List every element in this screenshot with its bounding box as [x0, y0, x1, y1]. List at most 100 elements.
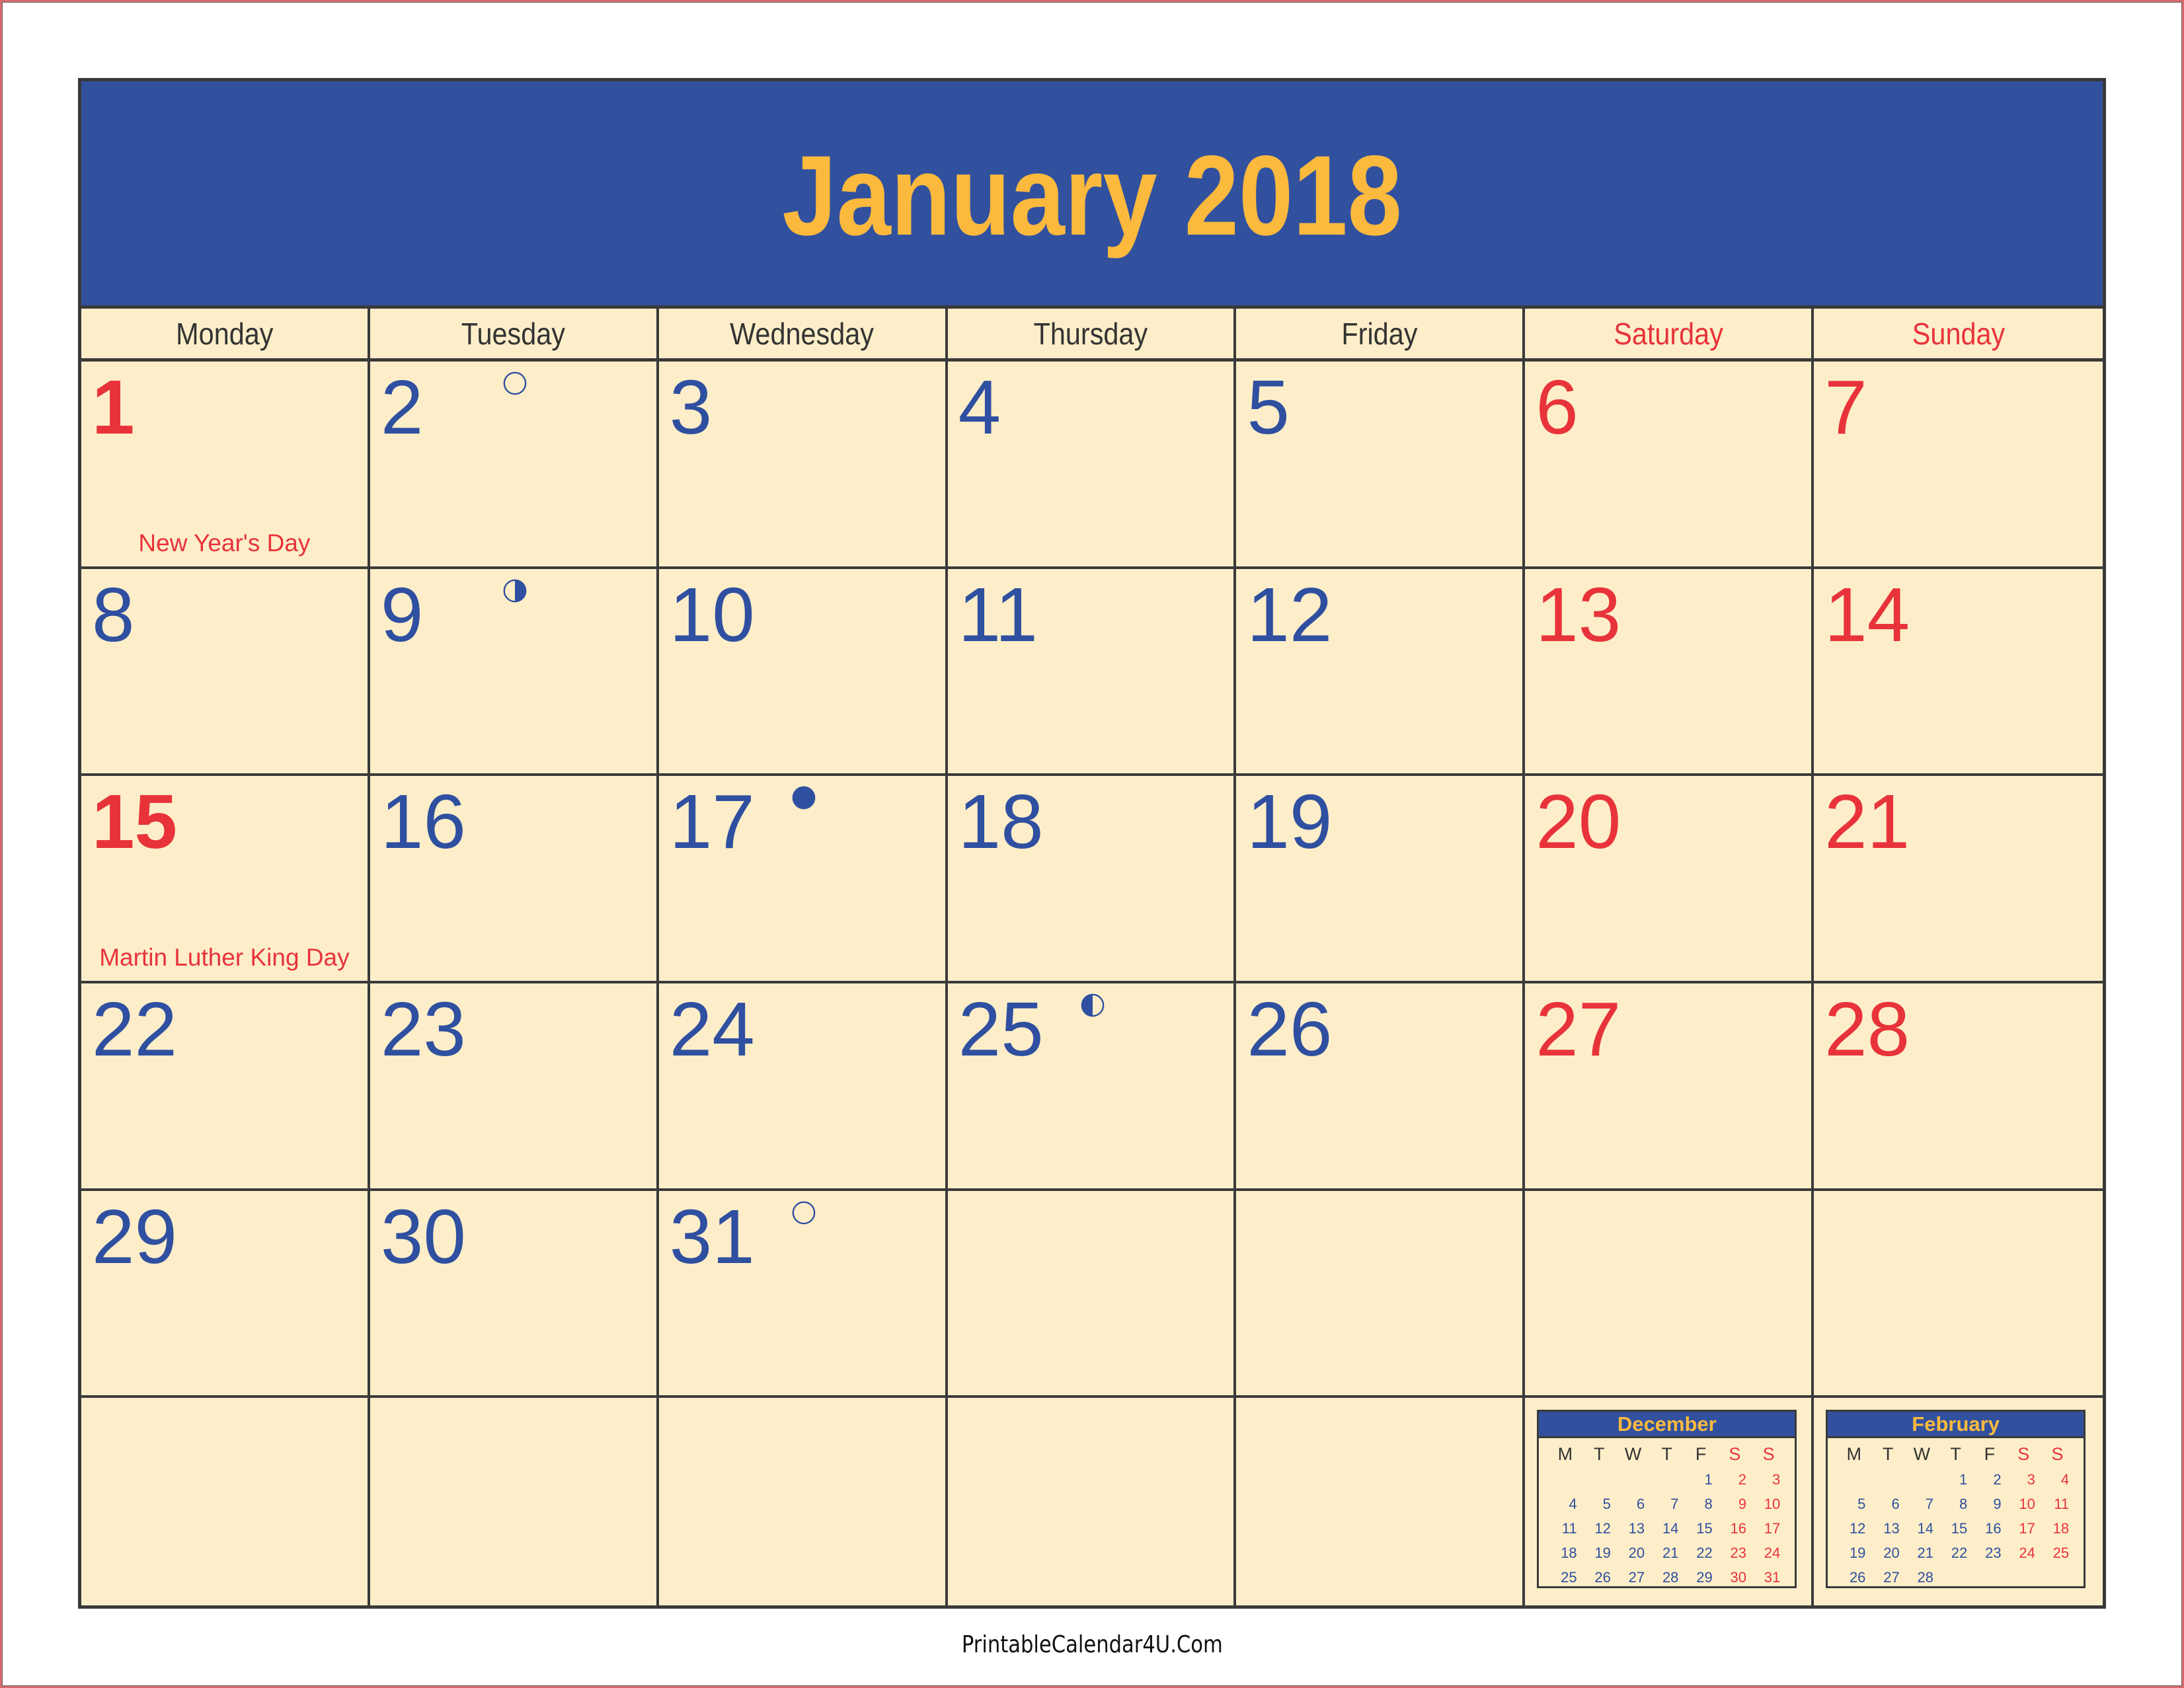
mini-day: 8 [1704, 1496, 1713, 1513]
empty-cell [1814, 1191, 2103, 1399]
day-cell[interactable]: 29 [81, 1190, 370, 1399]
day-cell[interactable]: 26 [1236, 983, 1526, 1191]
day-cell[interactable]: 16 [370, 776, 659, 983]
mini-day: 28 [1917, 1569, 1933, 1586]
empty-cell [659, 1398, 948, 1605]
day-number: 31 [669, 1193, 755, 1280]
day-number: 28 [1824, 985, 1910, 1072]
mini-day-empty [1939, 1565, 1972, 1590]
weekday-label: Wednesday [730, 316, 875, 351]
mini-day: 20 [1628, 1545, 1645, 1562]
day-cell[interactable]: 13 [1525, 568, 1814, 777]
day-number: 14 [1824, 571, 1910, 658]
mini-day: 22 [1951, 1545, 1968, 1562]
calendar: January 2018 Monday Tuesday Wednesday Thurs… [78, 78, 2106, 1609]
day-cell[interactable]: 21 [1814, 776, 2103, 983]
new-moon-icon [791, 785, 816, 810]
mini-day: 1 [1704, 1471, 1713, 1488]
mini-day: 4 [1569, 1496, 1577, 1513]
day-cell[interactable]: 2 [370, 362, 659, 569]
weekday-label: Friday [1341, 316, 1418, 351]
day-number: 12 [1247, 571, 1333, 658]
mini-day: 1 [1959, 1471, 1968, 1488]
mini-day: 24 [2019, 1545, 2035, 1562]
day-cell[interactable]: 23 [370, 983, 659, 1191]
month-grid: 1 New Year's Day 2 3 4 5 6 7 8 9 10 11 12 13 14 15 Marti… [81, 362, 2103, 1605]
day-number: 20 [1536, 779, 1621, 865]
mini-day: 16 [1730, 1520, 1746, 1537]
day-cell[interactable]: 7 [1814, 362, 2103, 569]
day-number: 1 [92, 364, 135, 450]
day-number: 27 [1536, 985, 1621, 1072]
mini-day: 13 [1883, 1520, 1900, 1537]
day-number: 13 [1536, 571, 1621, 658]
mini-day: 21 [1662, 1545, 1679, 1562]
mini-day: 26 [1594, 1569, 1611, 1586]
mini-calendar-february: February M T W T F S S 1 2 3 4 5 6 7 8 9 10 11 12 13 14 15 16 17… [1826, 1410, 2086, 1590]
day-cell[interactable]: 11 [947, 568, 1237, 777]
day-cell[interactable]: 20 [1525, 776, 1814, 983]
day-number: 5 [1247, 364, 1290, 450]
day-cell[interactable]: 27 [1525, 983, 1814, 1191]
mini-day: 23 [1730, 1545, 1746, 1562]
mini-day: 24 [1764, 1545, 1781, 1562]
mini-day: 7 [1670, 1496, 1679, 1513]
day-number: 24 [669, 985, 755, 1072]
mini-day: 11 [2054, 1496, 2070, 1513]
mini-calendar-grid: M T W T F S S 1 2 3 4 5 6 7 8 9 10 11 12 13 14 15 16 17 18 19 20 21… [1539, 1438, 1795, 1590]
day-cell[interactable]: 15 Martin Luther King Day [81, 776, 370, 983]
mini-day: 7 [1925, 1496, 1933, 1513]
day-cell[interactable]: 12 [1236, 568, 1526, 777]
mini-day-header: T [1882, 1444, 1894, 1465]
day-cell[interactable]: 31 [658, 1190, 948, 1399]
weekday-saturday: Saturday [1525, 309, 1814, 358]
day-number: 10 [669, 571, 755, 658]
day-number: 15 [92, 779, 178, 865]
day-cell[interactable]: 30 [370, 1190, 659, 1399]
mini-day: 14 [1662, 1520, 1679, 1537]
mini-day: 13 [1628, 1520, 1645, 1537]
day-cell[interactable]: 17 [658, 776, 948, 983]
day-cell[interactable]: 1 New Year's Day [81, 362, 370, 569]
mini-day-header: F [1695, 1444, 1707, 1465]
day-cell[interactable]: 4 [947, 362, 1237, 569]
day-cell[interactable]: 18 [947, 776, 1237, 983]
mini-day: 3 [1772, 1471, 1781, 1488]
mini-day: 17 [2019, 1520, 2035, 1537]
day-cell[interactable]: 19 [1236, 776, 1526, 983]
mini-day: 9 [1993, 1496, 2002, 1513]
full-moon-icon [502, 371, 527, 396]
day-number: 17 [669, 779, 755, 865]
mini-day: 27 [1628, 1569, 1645, 1586]
day-cell[interactable]: 3 [658, 362, 948, 569]
day-number: 29 [92, 1193, 178, 1280]
day-cell[interactable]: 24 [658, 983, 948, 1191]
mini-calendar-grid: M T W T F S S 1 2 3 4 5 6 7 8 9 10 11 12 13 14 15 16 17 18 19 20 21… [1828, 1438, 2084, 1590]
mini-calendar-title: February [1828, 1412, 2084, 1439]
mini-day: 31 [1764, 1569, 1781, 1586]
mini-day: 18 [2052, 1520, 2070, 1537]
mini-day-empty [2041, 1565, 2074, 1590]
empty-cell [947, 1190, 1237, 1399]
day-cell[interactable]: 6 [1525, 362, 1814, 569]
day-cell[interactable]: 10 [658, 568, 948, 777]
day-number: 9 [380, 571, 424, 658]
day-cell[interactable]: 14 [1814, 569, 2103, 777]
mini-day: 19 [1594, 1545, 1611, 1562]
day-number: 18 [958, 779, 1044, 865]
day-cell[interactable]: 28 [1814, 983, 2103, 1191]
day-cell[interactable]: 22 [81, 983, 370, 1191]
mini-day-header: T [1950, 1444, 1961, 1465]
day-cell[interactable]: 9 [370, 568, 659, 777]
day-cell[interactable]: 25 [947, 983, 1237, 1191]
mini-day-header: W [1913, 1444, 1931, 1465]
empty-cell: February M T W T F S S 1 2 3 4 5 6 7 8 9 10 11 12 13 14 15 16 17… [1814, 1398, 2103, 1605]
weekday-label: Tuesday [461, 316, 565, 351]
mini-day-header: M [1557, 1444, 1573, 1465]
last-quarter-icon [502, 578, 527, 603]
day-cell[interactable]: 8 [81, 568, 370, 777]
mini-day: 8 [1959, 1496, 1968, 1513]
day-number: 21 [1824, 779, 1910, 865]
empty-cell: December M T W T F S S 1 2 3 4 5 6 7 8 9 10 11 12 13 14 15 16 17… [1525, 1398, 1814, 1605]
day-cell[interactable]: 5 [1236, 362, 1526, 569]
